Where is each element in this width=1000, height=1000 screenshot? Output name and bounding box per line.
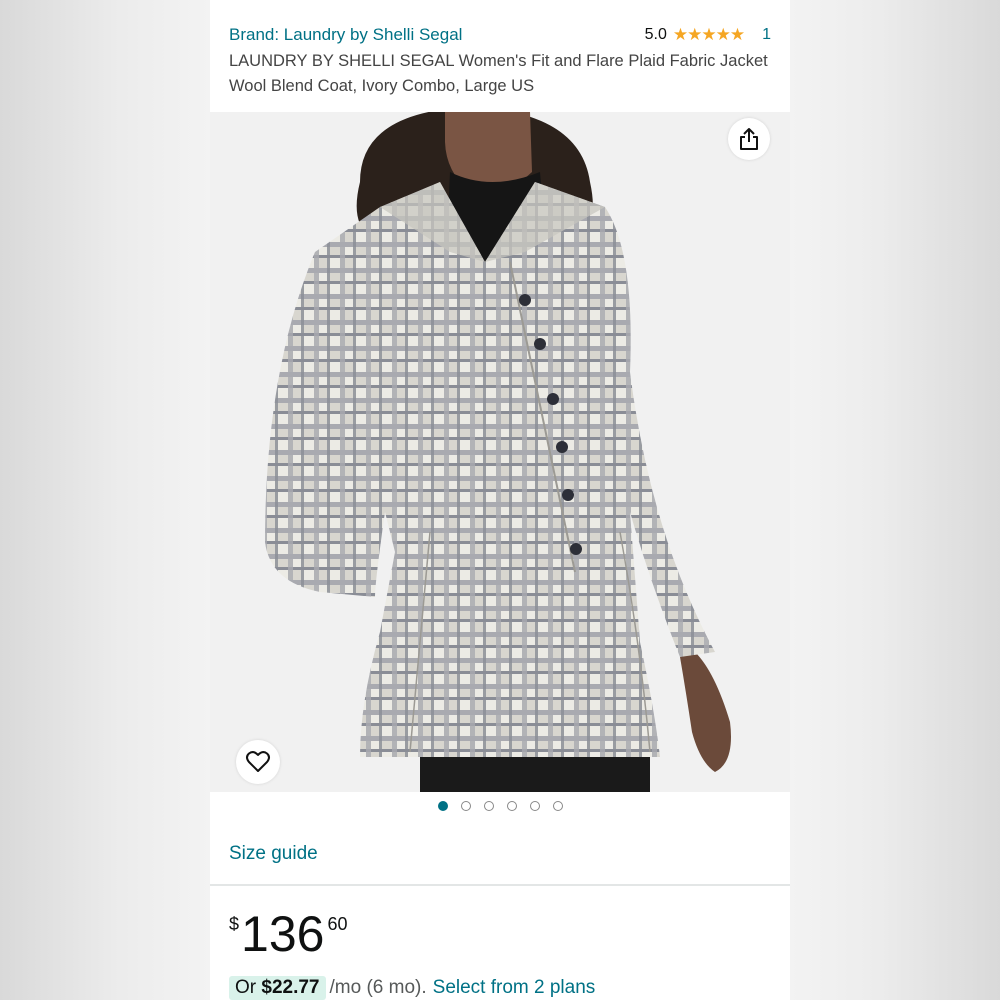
price-fraction: 60 [327, 914, 348, 934]
rating[interactable]: 5.0 ★★★★★ 1 [645, 25, 771, 45]
carousel-dot[interactable] [506, 801, 517, 811]
product-header: Brand: Laundry by Shelli Segal 5.0 ★★★★★… [229, 22, 771, 99]
carousel-dot[interactable] [437, 801, 448, 811]
image-carousel-dots [210, 801, 790, 811]
coat-photo [265, 112, 731, 792]
share-icon [740, 128, 758, 150]
brand-link[interactable]: Brand: Laundry by Shelli Segal [229, 25, 462, 45]
product-page: Brand: Laundry by Shelli Segal 5.0 ★★★★★… [210, 0, 790, 1000]
star-rating-icon: ★★★★★ [672, 25, 745, 44]
brand-row: Brand: Laundry by Shelli Segal 5.0 ★★★★★… [229, 22, 771, 48]
rating-value: 5.0 [644, 26, 667, 43]
price-symbol: $ [229, 914, 240, 934]
installment-prefix: Or [235, 977, 262, 998]
heart-icon [246, 751, 270, 772]
installment-amount-chip: Or $22.77 [229, 976, 326, 1000]
carousel-dot[interactable] [460, 801, 471, 811]
select-plans-link[interactable]: Select from 2 plans [433, 977, 596, 999]
carousel-dot[interactable] [552, 801, 563, 811]
rating-count[interactable]: 1 [762, 26, 771, 44]
favorite-button[interactable] [236, 740, 280, 784]
installment-amount: $22.77 [261, 977, 320, 998]
product-image[interactable] [210, 112, 790, 792]
price: $ 136 60 [229, 906, 347, 962]
product-title: LAUNDRY BY SHELLI SEGAL Women's Fit and … [229, 52, 768, 95]
size-guide-link[interactable]: Size guide [229, 843, 318, 865]
share-button[interactable] [728, 118, 770, 160]
installment-suffix: /mo (6 mo). [329, 977, 427, 998]
divider [210, 884, 790, 886]
carousel-dot[interactable] [483, 801, 494, 811]
carousel-dot[interactable] [529, 801, 540, 811]
price-whole: 136 [241, 906, 325, 962]
installment-offer: Or $22.77 /mo (6 mo). Select from 2 plan… [229, 976, 595, 1000]
